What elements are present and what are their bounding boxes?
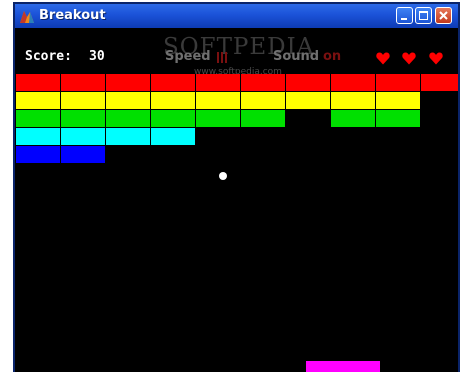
paddle[interactable] (306, 361, 380, 372)
score-value: 30 (89, 49, 105, 64)
speed-label: Speed (165, 49, 211, 64)
sound-label: Sound (273, 49, 320, 64)
brick-blue (61, 146, 105, 163)
brick-yellow (151, 92, 195, 109)
brick-red (331, 74, 375, 91)
minimize-icon (401, 18, 407, 20)
brick-yellow (286, 92, 330, 109)
brick-cyan (16, 128, 60, 145)
brick-green (16, 110, 60, 127)
brick-red (151, 74, 195, 91)
brick-red (16, 74, 60, 91)
game-canvas[interactable]: SOFTPEDIA www.softpedia.com Score: 30 Sp… (15, 28, 458, 372)
minimize-button[interactable] (396, 7, 413, 24)
brick-cyan (151, 128, 195, 145)
app-icon (20, 11, 34, 23)
brick-yellow (376, 92, 420, 109)
brick-cyan (106, 128, 150, 145)
brick-red (286, 74, 330, 91)
brick-green (106, 110, 150, 127)
brick-red (196, 74, 240, 91)
brick-red (241, 74, 285, 91)
brick-yellow (241, 92, 285, 109)
score-label: Score: (25, 49, 72, 64)
brick-blue (16, 146, 60, 163)
brick-red (421, 74, 458, 91)
brick-yellow (106, 92, 150, 109)
heart-icon (429, 52, 443, 65)
maximize-button[interactable] (415, 7, 432, 24)
sound-value[interactable]: on (323, 49, 341, 64)
brick-yellow (196, 92, 240, 109)
title-bar[interactable]: Breakout (15, 4, 458, 28)
brick-red (106, 74, 150, 91)
brick-green (61, 110, 105, 127)
close-icon (439, 11, 448, 20)
brick-yellow (61, 92, 105, 109)
brick-green (376, 110, 420, 127)
brick-yellow (16, 92, 60, 109)
brick-green (196, 110, 240, 127)
speed-level-icon[interactable] (217, 52, 228, 63)
brick-green (241, 110, 285, 127)
brick-green (151, 110, 195, 127)
brick-yellow (331, 92, 375, 109)
maximize-icon (419, 11, 428, 20)
heart-icon (402, 52, 416, 65)
brick-red (61, 74, 105, 91)
heart-icon (376, 52, 390, 65)
brick-red (376, 74, 420, 91)
ball (219, 172, 227, 180)
close-button[interactable] (435, 7, 452, 24)
brick-cyan (61, 128, 105, 145)
window-title: Breakout (39, 8, 106, 23)
brick-green (331, 110, 375, 127)
breakout-window: Breakout SOFTPEDIA www.softpedia.com Sco… (13, 2, 460, 372)
